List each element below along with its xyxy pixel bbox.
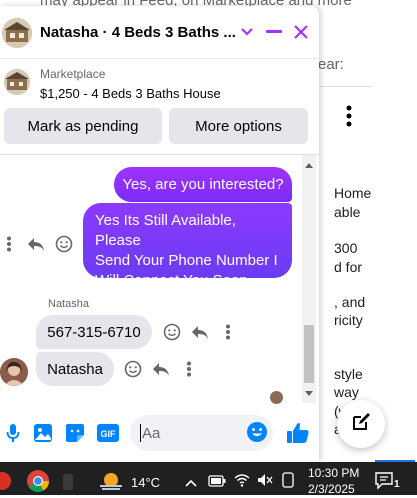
- outgoing-message[interactable]: Yes Its Still Available, Please Send You…: [83, 203, 292, 289]
- more-icon[interactable]: [180, 360, 198, 378]
- message-thread: Yes, are you interested? Yes Its Still A…: [0, 155, 319, 404]
- gif-label: GIF: [101, 429, 117, 439]
- react-icon[interactable]: [124, 360, 142, 378]
- background-line: able: [334, 204, 361, 220]
- listing-source: Marketplace: [40, 67, 106, 81]
- message-line: Will Connect You Soon: [95, 272, 248, 289]
- mark-as-pending-button[interactable]: Mark as pending: [4, 108, 162, 144]
- phone-link-icon[interactable]: [281, 472, 295, 488]
- seen-indicator-avatar: [270, 391, 283, 404]
- scroll-down-arrow-icon[interactable]: [305, 391, 313, 396]
- photo-icon[interactable]: [32, 422, 54, 444]
- microphone-icon[interactable]: [2, 422, 24, 444]
- background-more-icon[interactable]: [343, 104, 355, 128]
- contact-avatar[interactable]: [0, 358, 28, 386]
- scroll-up-arrow-icon[interactable]: [305, 163, 313, 168]
- reply-icon[interactable]: [191, 323, 209, 341]
- weather-icon[interactable]: [98, 470, 124, 492]
- react-icon[interactable]: [55, 235, 73, 253]
- sticker-icon[interactable]: [64, 422, 86, 444]
- new-message-button[interactable]: [337, 400, 385, 448]
- compose-icon: [350, 411, 372, 438]
- message-input-placeholder: Aa: [142, 424, 161, 442]
- message-line: Send Your Phone Number I: [95, 252, 278, 269]
- clock-date[interactable]: 2/3/2025: [308, 482, 355, 496]
- chat-title[interactable]: Natasha · 4 Beds 3 Baths ...: [40, 24, 236, 41]
- weather-temperature[interactable]: 14°C: [131, 475, 160, 490]
- more-icon[interactable]: [219, 323, 237, 341]
- background-line: way: [334, 384, 359, 400]
- sender-name: Natasha: [48, 298, 89, 310]
- wifi-icon[interactable]: [234, 473, 250, 487]
- emoji-icon[interactable]: [246, 421, 268, 443]
- chevron-down-icon[interactable]: [235, 20, 259, 44]
- chat-window: Natasha · 4 Beds 3 Baths ... Marketplace…: [0, 6, 319, 462]
- message-scrollbar[interactable]: [302, 155, 316, 403]
- incoming-message[interactable]: 567-315-6710: [36, 315, 152, 349]
- more-options-button[interactable]: More options: [169, 108, 308, 144]
- listing-name[interactable]: $1,250 - 4 Beds 3 Baths House: [40, 86, 221, 101]
- background-year-label: ear:: [318, 56, 344, 73]
- more-icon[interactable]: [0, 235, 18, 253]
- react-icon[interactable]: [163, 323, 181, 341]
- clock-time[interactable]: 10:30 PM: [308, 466, 359, 480]
- gif-icon[interactable]: GIF: [96, 422, 120, 444]
- incoming-message[interactable]: Natasha: [36, 352, 114, 386]
- scrollbar-thumb[interactable]: [304, 325, 314, 383]
- listing-avatar: [2, 18, 32, 48]
- background-divider: [320, 86, 372, 87]
- chrome-icon[interactable]: [26, 469, 50, 493]
- reply-icon[interactable]: [27, 235, 45, 253]
- chevron-up-icon[interactable]: [185, 475, 197, 487]
- minimize-icon[interactable]: [262, 20, 286, 44]
- text-cursor: [140, 424, 141, 442]
- background-line: Home: [334, 185, 372, 201]
- background-line: d for: [334, 259, 363, 275]
- background-line: style: [334, 366, 363, 382]
- taskbar-app-icon[interactable]: [62, 472, 74, 492]
- chat-header[interactable]: Natasha · 4 Beds 3 Baths ...: [0, 6, 319, 59]
- message-line: Yes Its Still Available, Please: [95, 212, 236, 249]
- volume-icon[interactable]: [257, 473, 273, 487]
- background-line: , and: [334, 294, 366, 310]
- background-line: 300: [334, 240, 358, 256]
- reply-icon[interactable]: [152, 360, 170, 378]
- background-line: ricity: [334, 312, 363, 328]
- like-thumb-icon[interactable]: [285, 420, 311, 446]
- listing-card: Marketplace $1,250 - 4 Beds 3 Baths Hous…: [0, 59, 319, 155]
- battery-icon[interactable]: [208, 474, 226, 487]
- outgoing-message[interactable]: Yes, are you interested?: [114, 167, 292, 202]
- taskbar: 14°C 10:30 PM 2/3/2025 1: [0, 462, 417, 496]
- taskbar-app-icon[interactable]: [0, 471, 14, 491]
- message-composer: GIF Aa: [0, 404, 319, 462]
- notification-count-badge: 1: [394, 479, 400, 490]
- listing-thumbnail[interactable]: [4, 69, 30, 95]
- close-icon[interactable]: [289, 20, 313, 44]
